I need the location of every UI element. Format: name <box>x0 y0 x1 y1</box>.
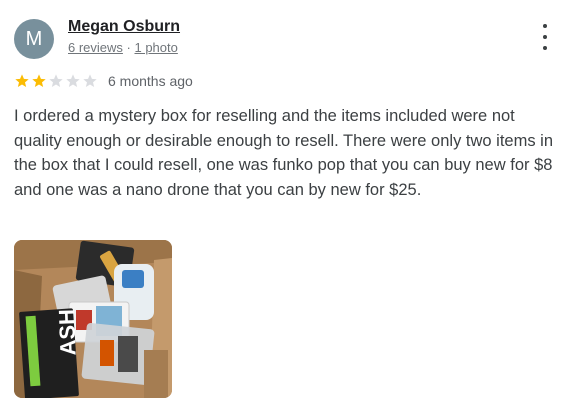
carton-label: ASH <box>54 309 81 356</box>
star-empty-icon <box>83 74 97 87</box>
meta-separator: · <box>122 40 135 55</box>
review-photo[interactable]: ASH <box>14 240 172 398</box>
more-options-button[interactable] <box>533 24 557 50</box>
review-date: 6 months ago <box>108 73 193 89</box>
star-empty-icon <box>66 74 80 87</box>
mystery-box-photo: ASH <box>14 240 172 398</box>
more-vert-icon-dot <box>543 24 547 28</box>
reviewer-meta: 6 reviews · 1 photo <box>68 40 178 55</box>
star-filled-icon <box>32 74 46 87</box>
reviews-count-link[interactable]: 6 reviews <box>68 40 123 55</box>
review-text: I ordered a mystery box for reselling an… <box>14 107 554 199</box>
photos-count-link[interactable]: 1 photo <box>134 40 177 55</box>
reviewer-name[interactable]: Megan Osburn <box>68 18 180 36</box>
more-vert-icon-dot <box>543 46 547 50</box>
star-rating <box>14 73 98 89</box>
rating-row: 6 months ago <box>14 71 193 91</box>
more-vert-icon-dot <box>543 35 547 39</box>
star-filled-icon <box>15 74 29 87</box>
star-empty-icon <box>49 74 63 87</box>
reviewer-avatar[interactable]: M <box>14 19 54 59</box>
